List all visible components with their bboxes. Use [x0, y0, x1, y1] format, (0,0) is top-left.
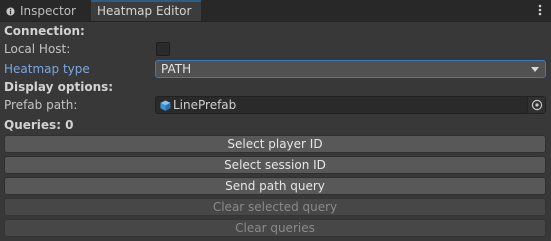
heatmap-type-label: Heatmap type [4, 62, 90, 76]
queries-heading: Queries: 0 [4, 118, 74, 132]
local-host-checkbox[interactable] [156, 42, 170, 56]
select-session-id-button[interactable]: Select session ID [4, 156, 546, 174]
tab-heatmap-editor[interactable]: Heatmap Editor [91, 0, 201, 21]
prefab-cube-icon [160, 100, 171, 111]
object-picker-button[interactable] [527, 97, 545, 113]
more-options-icon[interactable] [535, 3, 545, 17]
heatmap-type-value: PATH [161, 62, 192, 76]
prefab-path-label: Prefab path: [4, 98, 78, 112]
local-host-label: Local Host: [4, 42, 71, 56]
info-icon [6, 7, 15, 16]
display-options-heading: Display options: [4, 80, 114, 94]
chevron-down-icon [531, 67, 539, 72]
clear-queries-button[interactable]: Clear queries [4, 219, 546, 237]
prefab-path-field[interactable]: LinePrefab [155, 96, 546, 114]
select-player-id-button[interactable]: Select player ID [4, 135, 546, 153]
tab-inspector-label: Inspector [20, 4, 76, 18]
tab-heatmap-editor-label: Heatmap Editor [97, 4, 192, 18]
connection-heading: Connection: [4, 24, 85, 38]
heatmap-editor-window: Inspector Heatmap Editor Connection: Loc… [0, 0, 551, 241]
clear-selected-query-button[interactable]: Clear selected query [4, 198, 546, 216]
heatmap-type-dropdown[interactable]: PATH [155, 60, 546, 78]
tab-inspector[interactable]: Inspector [0, 0, 90, 21]
tab-bar: Inspector Heatmap Editor [0, 0, 551, 22]
send-path-query-button[interactable]: Send path query [4, 177, 546, 195]
target-icon [531, 99, 543, 111]
prefab-path-value: LinePrefab [173, 98, 237, 112]
